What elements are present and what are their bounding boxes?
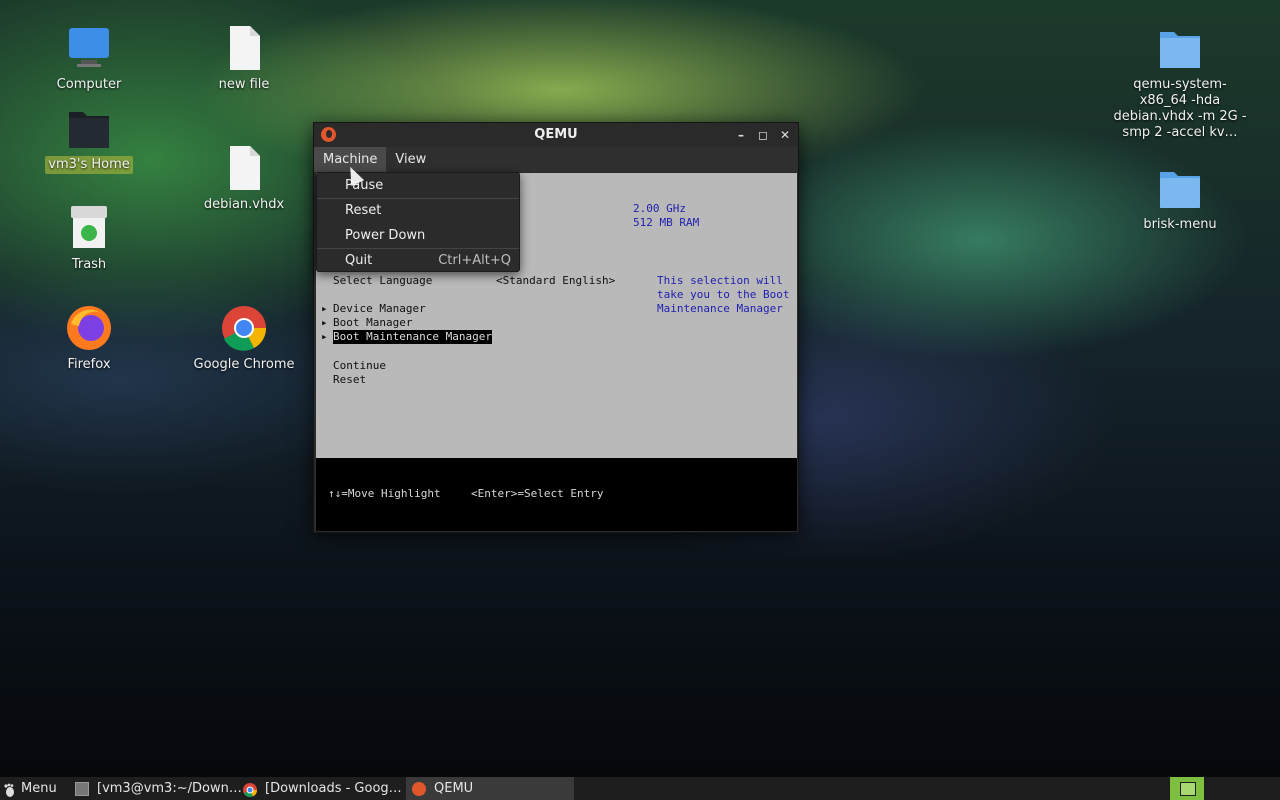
desktop-icon-qemu-command[interactable]: qemu-system-x86_64 -hda debian.vhdx -m 2… bbox=[1113, 24, 1247, 142]
desktop-icon-label: brisk-menu bbox=[1143, 217, 1217, 232]
folder-icon bbox=[1156, 164, 1204, 212]
terminal-icon bbox=[75, 781, 89, 796]
uefi-footer-move: ↑↓=Move Highlight bbox=[328, 487, 441, 500]
close-icon[interactable]: ✕ bbox=[777, 127, 793, 143]
uefi-select-language-label: Select Language bbox=[333, 274, 433, 287]
uefi-cpu-speed: 2.00 GHz bbox=[633, 202, 686, 215]
uefi-reset: Reset bbox=[333, 373, 367, 386]
home-folder-icon bbox=[65, 104, 113, 152]
chrome-icon bbox=[220, 304, 268, 352]
submenu-arrow-icon: ▸ bbox=[321, 316, 328, 329]
gnome-foot-icon bbox=[3, 782, 15, 797]
desktop-icon-brisk-menu[interactable]: brisk-menu bbox=[1125, 164, 1235, 234]
taskbar-item-label: [Downloads - Goog… bbox=[265, 781, 402, 796]
desktop-icon-label: Google Chrome bbox=[193, 357, 295, 372]
uefi-continue: Continue bbox=[333, 359, 386, 372]
firefox-icon bbox=[65, 304, 113, 352]
menu-item-quit[interactable]: Quit Ctrl+Alt+Q bbox=[317, 248, 519, 273]
taskbar-item-label: [vm3@vm3:~/Down… bbox=[97, 781, 242, 796]
desktop-icon-new-file[interactable]: new file bbox=[189, 24, 299, 94]
submenu-arrow-icon: ▸ bbox=[321, 302, 328, 315]
window-title: QEMU bbox=[534, 127, 578, 142]
menu-item-reset[interactable]: Reset bbox=[317, 198, 519, 223]
minimize-icon[interactable]: – bbox=[733, 127, 749, 143]
qemu-app-icon bbox=[412, 781, 426, 796]
menu-item-label: Reset bbox=[345, 203, 382, 218]
desktop-icon-trash[interactable]: Trash bbox=[34, 204, 144, 274]
computer-icon bbox=[65, 24, 113, 72]
uefi-help-text: take you to the Boot bbox=[657, 288, 790, 301]
trash-icon bbox=[65, 204, 113, 252]
taskbar-menu-label: Menu bbox=[21, 781, 57, 796]
uefi-footer-select: <Enter>=Select Entry bbox=[471, 487, 604, 500]
desktop-icon-label: new file bbox=[218, 77, 270, 92]
uefi-help-text: Maintenance Manager bbox=[657, 302, 783, 315]
menu-item-label: Quit bbox=[345, 253, 373, 268]
desktop-icon-label: Trash bbox=[71, 257, 107, 272]
qemu-titlebar[interactable]: QEMU – ◻ ✕ bbox=[314, 123, 798, 147]
folder-icon bbox=[1156, 24, 1204, 72]
file-icon bbox=[220, 24, 268, 72]
maximize-icon[interactable]: ◻ bbox=[755, 127, 771, 143]
uefi-help-text: This selection will bbox=[657, 274, 783, 287]
menu-shortcut: Ctrl+Alt+Q bbox=[438, 253, 511, 268]
taskbar-item-qemu[interactable]: QEMU bbox=[406, 777, 574, 800]
desktop-icon-home[interactable]: vm3's Home bbox=[34, 104, 144, 174]
desktop-icon-computer[interactable]: Computer bbox=[34, 24, 144, 94]
desktop-icon-firefox[interactable]: Firefox bbox=[34, 304, 144, 374]
taskbar-item-terminal[interactable]: [vm3@vm3:~/Down… bbox=[75, 777, 242, 800]
desktop-icon-google-chrome[interactable]: Google Chrome bbox=[189, 304, 299, 374]
machine-dropdown-menu: Pause Reset Power Down Quit Ctrl+Alt+Q bbox=[316, 172, 520, 272]
uefi-boot-manager: Boot Manager bbox=[333, 316, 413, 329]
uefi-boot-maintenance-manager: Boot Maintenance Manager bbox=[333, 330, 492, 344]
taskbar: Menu [vm3@vm3:~/Down… [Downloads - Goog…… bbox=[0, 777, 1280, 800]
uefi-select-language-value: <Standard English> bbox=[496, 274, 616, 287]
chrome-icon bbox=[243, 782, 257, 797]
submenu-arrow-icon: ▸ bbox=[321, 330, 328, 343]
desktop-icon-debian-vhdx[interactable]: debian.vhdx bbox=[189, 144, 299, 214]
desktop-icon-label: qemu-system-x86_64 -hda debian.vhdx -m 2… bbox=[1113, 77, 1247, 140]
desktop-icon-label: Computer bbox=[56, 77, 122, 92]
desktop-icon-label: debian.vhdx bbox=[203, 197, 285, 212]
qemu-menubar: Machine View bbox=[314, 147, 798, 172]
menu-item-power-down[interactable]: Power Down bbox=[317, 223, 519, 248]
taskbar-item-chrome[interactable]: [Downloads - Goog… bbox=[243, 777, 402, 800]
taskbar-item-label: QEMU bbox=[434, 781, 474, 796]
menu-item-label: Power Down bbox=[345, 228, 426, 243]
desktop-icon-label: Firefox bbox=[67, 357, 111, 372]
file-icon bbox=[220, 144, 268, 192]
workspace-switcher[interactable] bbox=[1170, 777, 1204, 800]
menu-view[interactable]: View bbox=[386, 147, 435, 172]
desktop-icon-label: vm3's Home bbox=[45, 156, 133, 174]
uefi-device-manager: Device Manager bbox=[333, 302, 426, 315]
taskbar-menu-button[interactable]: Menu bbox=[3, 777, 57, 800]
uefi-ram: 512 MB RAM bbox=[633, 216, 700, 229]
